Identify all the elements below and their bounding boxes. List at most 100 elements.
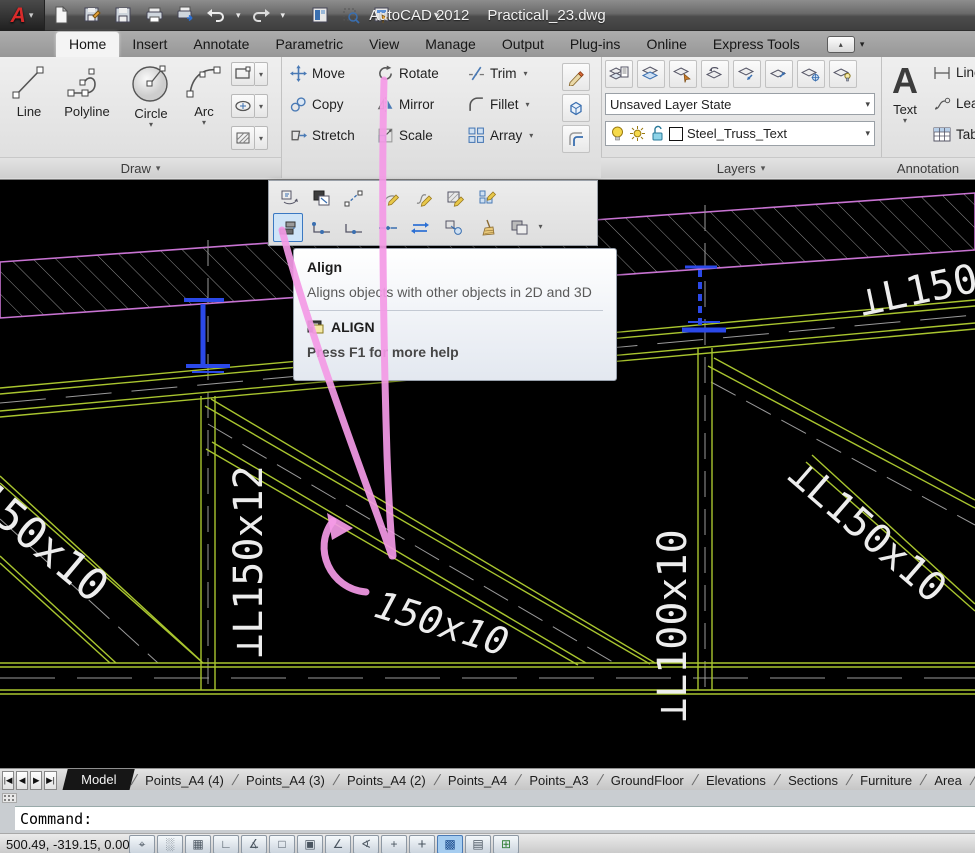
tab-sections[interactable]: Sections — [779, 770, 847, 791]
break-at-point-button[interactable] — [339, 213, 369, 242]
tab-output[interactable]: Output — [489, 32, 557, 57]
layer-color-swatch[interactable] — [669, 127, 683, 141]
scale-tool-button[interactable]: Scale — [377, 127, 433, 144]
tab-manage[interactable]: Manage — [412, 32, 489, 57]
save-button[interactable] — [112, 5, 134, 25]
new-file-button[interactable] — [50, 5, 72, 25]
hatch-dropdown[interactable]: ▾ — [255, 126, 268, 150]
line-tool-button[interactable]: Line — [6, 61, 52, 119]
undo-button[interactable] — [205, 5, 227, 25]
linear-dimension-button[interactable]: Line — [933, 65, 975, 80]
array-tool-button[interactable]: Array ▾ — [468, 127, 533, 144]
join-button[interactable] — [373, 213, 403, 242]
next-layout-button[interactable]: ▶ — [30, 771, 42, 790]
status-toggle-quick-properties[interactable]: ▤ — [465, 835, 491, 853]
align-button[interactable] — [273, 213, 303, 242]
status-toggle-polar-tracking[interactable]: ∡ — [241, 835, 267, 853]
table-button[interactable]: Tab — [933, 127, 975, 142]
print-button[interactable] — [143, 5, 165, 25]
command-input[interactable]: Command: — [15, 806, 975, 830]
rectangle-tool-button[interactable]: ▾ — [231, 62, 268, 86]
explode-tool-button[interactable] — [562, 94, 590, 122]
trim-tool-button[interactable]: Trim ▾ — [468, 65, 528, 82]
status-toggle-transparency[interactable]: ▩ — [437, 835, 463, 853]
edit-hatch-button[interactable] — [441, 184, 471, 213]
text-dropdown[interactable]: ▾ — [903, 117, 907, 124]
annotation-panel-label[interactable]: Annotation — [881, 157, 975, 178]
tab-points-a4-3[interactable]: Points_A4 (3) — [237, 770, 334, 791]
arc-dropdown[interactable]: ▾ — [202, 119, 206, 126]
tab-model[interactable]: Model — [62, 769, 135, 791]
properties-button[interactable] — [371, 5, 393, 25]
reverse-button[interactable] — [405, 213, 435, 242]
lengthen-button[interactable] — [339, 184, 369, 213]
status-toggle-osnap-tracking[interactable]: ∢ — [353, 835, 379, 853]
first-layout-button[interactable]: |◀ — [2, 771, 14, 790]
circle-dropdown[interactable]: ▾ — [149, 121, 153, 128]
offset-tool-button[interactable] — [562, 125, 590, 153]
set-bylayer-button[interactable] — [275, 184, 305, 213]
status-toggle-selection-cycling[interactable]: ⊞ — [493, 835, 519, 853]
status-toggle-3d-object-snap[interactable]: ▣ — [297, 835, 323, 853]
rectangle-dropdown[interactable]: ▾ — [255, 62, 268, 86]
minimize-ribbon-dropdown[interactable]: ▾ — [860, 39, 865, 50]
status-toggle-snap-mode[interactable]: ░ — [157, 835, 183, 853]
text-tool-button[interactable]: A Text ▾ — [885, 61, 925, 124]
circle-tool-button[interactable]: Circle ▾ — [122, 61, 180, 128]
polyline-tool-button[interactable]: Polyline — [54, 61, 120, 119]
tab-points-a4-4[interactable]: Points_A4 (4) — [136, 770, 233, 791]
fillet-tool-button[interactable]: Fillet ▾ — [468, 96, 530, 113]
layer-freeze-button[interactable] — [797, 60, 825, 88]
command-window-grip[interactable] — [2, 793, 17, 803]
hatch-tool-button[interactable]: ▾ — [231, 126, 268, 150]
ellipse-dropdown[interactable]: ▾ — [255, 94, 268, 118]
layer-match-button[interactable] — [637, 60, 665, 88]
application-menu-button[interactable]: A ▾ — [0, 0, 45, 31]
draw-panel-label[interactable]: Draw ▾ — [0, 157, 281, 178]
layers-panel-label[interactable]: Layers ▾ — [601, 157, 881, 178]
move-tool-button[interactable]: Move — [290, 65, 345, 82]
tab-points-a3[interactable]: Points_A3 — [520, 770, 597, 791]
tab-online[interactable]: Online — [633, 32, 699, 57]
layer-state-combo[interactable]: Unsaved Layer State ▾ — [605, 93, 875, 115]
status-toggle-infer-constraints[interactable]: ⌖ — [129, 835, 155, 853]
layer-off-button[interactable] — [669, 60, 697, 88]
layer-properties-button[interactable] — [605, 60, 633, 88]
last-layout-button[interactable]: ▶| — [44, 771, 56, 790]
draw-order-dropdown[interactable]: ▾ — [534, 213, 547, 240]
status-toggle-dynamic-input[interactable]: + — [409, 835, 435, 853]
layer-unlock-icon[interactable] — [650, 125, 665, 142]
status-toggle-object-snap[interactable]: □ — [269, 835, 295, 853]
layer-combo[interactable]: Steel_Truss_Text ▾ — [605, 121, 875, 146]
workspace-button[interactable] — [309, 5, 331, 25]
edit-polyline-button[interactable] — [377, 184, 407, 213]
array-dropdown[interactable]: ▾ — [529, 131, 533, 140]
leader-button[interactable]: Lea — [933, 96, 975, 111]
edit-spline-button[interactable] — [409, 184, 439, 213]
layer-unisolate-button[interactable] — [765, 60, 793, 88]
layer-on-bulb-icon[interactable] — [610, 125, 625, 142]
break-button[interactable] — [307, 213, 337, 242]
trim-dropdown[interactable]: ▾ — [524, 69, 528, 78]
prev-layout-button[interactable]: ◀ — [16, 771, 28, 790]
draw-order-button[interactable] — [505, 213, 535, 242]
rotate-tool-button[interactable]: Rotate — [377, 65, 439, 82]
stretch-tool-button[interactable]: Stretch — [290, 127, 355, 144]
status-toggle-osnap-angle[interactable]: ∠ — [325, 835, 351, 853]
layer-previous-button[interactable] — [701, 60, 729, 88]
layer-thaw-sun-icon[interactable] — [629, 125, 646, 142]
copy-nested-objects-button[interactable] — [439, 213, 469, 242]
fillet-dropdown[interactable]: ▾ — [526, 100, 530, 109]
edit-array-button[interactable] — [473, 184, 503, 213]
status-toggle-dynamic-ucs[interactable]: + — [381, 835, 407, 853]
zoom-window-button[interactable] — [340, 5, 362, 25]
status-toggle-ortho-mode[interactable]: ∟ — [213, 835, 239, 853]
plot-button[interactable] — [174, 5, 196, 25]
tab-home[interactable]: Home — [56, 32, 119, 57]
copy-tool-button[interactable]: Copy — [290, 96, 344, 113]
tab-area[interactable]: Area — [925, 770, 970, 791]
save-as-button[interactable] — [81, 5, 103, 25]
tab-plugins[interactable]: Plug-ins — [557, 32, 634, 57]
status-toggle-grid-display[interactable]: ▦ — [185, 835, 211, 853]
tab-elevations[interactable]: Elevations — [697, 770, 775, 791]
